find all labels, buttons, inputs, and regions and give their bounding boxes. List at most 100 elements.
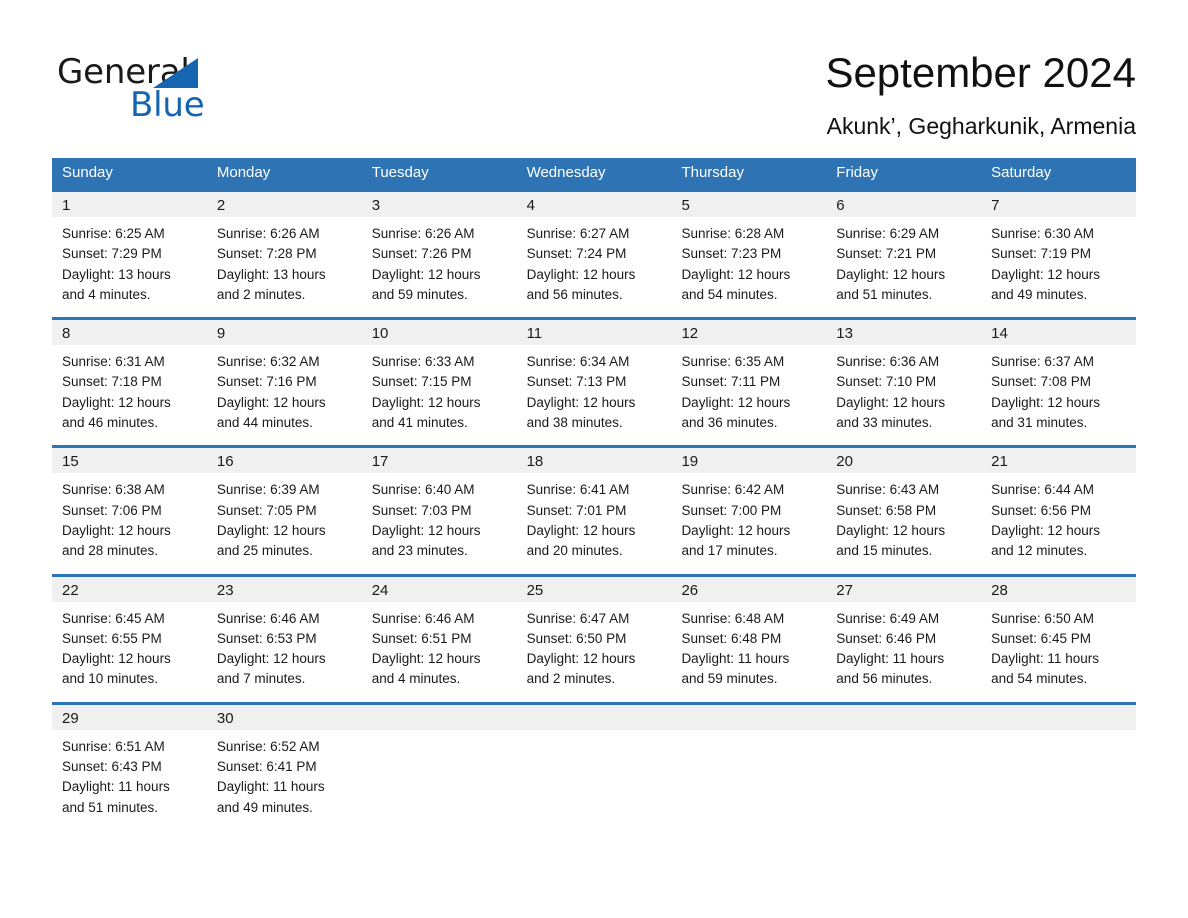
daylight-text-line2: and 54 minutes. (991, 671, 1088, 687)
daylight-text-line1: Daylight: 13 hours (62, 266, 171, 282)
daylight-text-line2: and 12 minutes. (991, 543, 1088, 559)
day-number[interactable]: 1 (52, 192, 207, 217)
day-cell[interactable]: Sunrise: 6:49 AM Sunset: 6:46 PM Dayligh… (826, 602, 981, 690)
day-number[interactable]: 27 (826, 577, 981, 602)
day-number[interactable]: 6 (826, 192, 981, 217)
day-number[interactable]: 11 (517, 320, 672, 345)
day-cell[interactable]: Sunrise: 6:31 AM Sunset: 7:18 PM Dayligh… (52, 345, 207, 433)
day-cell[interactable]: Sunrise: 6:27 AM Sunset: 7:24 PM Dayligh… (517, 217, 672, 305)
day-cell[interactable]: Sunrise: 6:52 AM Sunset: 6:41 PM Dayligh… (207, 730, 362, 818)
week-date-number-band: 22 23 24 25 26 27 28 (52, 576, 1136, 602)
day-number[interactable]: 3 (362, 192, 517, 217)
day-number[interactable]: 23 (207, 577, 362, 602)
day-cell[interactable]: Sunrise: 6:48 AM Sunset: 6:48 PM Dayligh… (671, 602, 826, 690)
day-cell-empty (362, 730, 517, 818)
sunset-text: Sunset: 7:01 PM (526, 502, 627, 518)
sunrise-text: Sunrise: 6:36 AM (836, 354, 940, 370)
day-number[interactable]: 19 (671, 448, 826, 473)
sunrise-text: Sunrise: 6:44 AM (991, 482, 1094, 498)
sunrise-text: Sunrise: 6:25 AM (62, 226, 165, 241)
sunrise-text: Sunrise: 6:50 AM (991, 610, 1094, 626)
day-number[interactable]: 22 (52, 577, 207, 602)
sunrise-text: Sunrise: 6:45 AM (62, 610, 165, 626)
daylight-text-line1: Daylight: 11 hours (991, 651, 1099, 667)
day-cell[interactable]: Sunrise: 6:46 AM Sunset: 6:53 PM Dayligh… (207, 602, 362, 690)
week-date-number-band: 15 16 17 18 19 20 21 (52, 448, 1136, 474)
day-cell[interactable]: Sunrise: 6:45 AM Sunset: 6:55 PM Dayligh… (52, 602, 207, 690)
day-cell[interactable]: Sunrise: 6:40 AM Sunset: 7:03 PM Dayligh… (362, 473, 517, 561)
daylight-text-line2: and 38 minutes. (526, 415, 623, 431)
day-number[interactable]: 12 (671, 320, 826, 345)
day-number[interactable]: 20 (826, 448, 981, 473)
day-number[interactable]: 16 (207, 448, 362, 473)
calendar-week-row: 15 16 17 18 19 20 21 Sunrise: 6:38 AM Su… (52, 445, 1136, 562)
day-cell[interactable]: Sunrise: 6:46 AM Sunset: 6:51 PM Dayligh… (362, 602, 517, 690)
day-number[interactable]: 26 (671, 577, 826, 602)
day-cell[interactable]: Sunrise: 6:43 AM Sunset: 6:58 PM Dayligh… (826, 473, 981, 561)
day-number[interactable]: 25 (517, 577, 672, 602)
day-cell[interactable]: Sunrise: 6:32 AM Sunset: 7:16 PM Dayligh… (207, 345, 362, 433)
daylight-text-line1: Daylight: 12 hours (371, 266, 481, 282)
day-cell[interactable]: Sunrise: 6:34 AM Sunset: 7:13 PM Dayligh… (517, 345, 672, 433)
day-cell[interactable]: Sunrise: 6:26 AM Sunset: 7:26 PM Dayligh… (362, 217, 517, 305)
day-number[interactable]: 24 (362, 577, 517, 602)
day-number[interactable]: 15 (52, 448, 207, 473)
day-cell[interactable]: Sunrise: 6:25 AM Sunset: 7:29 PM Dayligh… (52, 217, 207, 305)
day-cell[interactable]: Sunrise: 6:28 AM Sunset: 7:23 PM Dayligh… (671, 217, 826, 305)
day-cell[interactable]: Sunrise: 6:29 AM Sunset: 7:21 PM Dayligh… (826, 217, 981, 305)
day-cell[interactable]: Sunrise: 6:50 AM Sunset: 6:45 PM Dayligh… (981, 602, 1136, 690)
daylight-text-line1: Daylight: 12 hours (681, 522, 791, 538)
day-number[interactable]: 2 (207, 192, 362, 217)
day-cell[interactable]: Sunrise: 6:39 AM Sunset: 7:05 PM Dayligh… (207, 473, 362, 561)
daylight-text-line2: and 4 minutes. (371, 671, 461, 687)
day-cell[interactable]: Sunrise: 6:37 AM Sunset: 7:08 PM Dayligh… (981, 345, 1136, 433)
general-blue-logo[interactable]: General Blue (57, 52, 287, 127)
daylight-text-line1: Daylight: 12 hours (681, 394, 791, 410)
sunset-text: Sunset: 7:03 PM (371, 502, 472, 518)
day-number[interactable]: 7 (981, 192, 1136, 217)
calendar-week-row: 8 9 10 11 12 13 14 Sunrise: 6:31 AM Suns… (52, 317, 1136, 434)
day-number[interactable]: 28 (981, 577, 1136, 602)
day-cell[interactable]: Sunrise: 6:44 AM Sunset: 6:56 PM Dayligh… (981, 473, 1136, 561)
sunrise-text: Sunrise: 6:47 AM (526, 610, 630, 626)
day-cell[interactable]: Sunrise: 6:51 AM Sunset: 6:43 PM Dayligh… (52, 730, 207, 818)
sunset-text: Sunset: 7:16 PM (216, 374, 317, 390)
daylight-text-line2: and 2 minutes. (526, 671, 616, 687)
day-number[interactable]: 29 (52, 705, 207, 730)
sunrise-text: Sunrise: 6:27 AM (526, 226, 630, 241)
sunset-text: Sunset: 7:13 PM (526, 374, 627, 390)
day-number[interactable]: 14 (981, 320, 1136, 345)
day-cell[interactable]: Sunrise: 6:36 AM Sunset: 7:10 PM Dayligh… (826, 345, 981, 433)
daylight-text-line2: and 44 minutes. (216, 415, 313, 431)
day-cell[interactable]: Sunrise: 6:41 AM Sunset: 7:01 PM Dayligh… (517, 473, 672, 561)
day-number-empty (517, 705, 672, 730)
day-cell[interactable]: Sunrise: 6:42 AM Sunset: 7:00 PM Dayligh… (671, 473, 826, 561)
day-number[interactable]: 4 (517, 192, 672, 217)
sunset-text: Sunset: 7:29 PM (62, 246, 162, 262)
day-number[interactable]: 9 (207, 320, 362, 345)
daylight-text-line1: Daylight: 12 hours (371, 651, 481, 667)
sunrise-text: Sunrise: 6:42 AM (681, 482, 785, 498)
week-separator (52, 433, 1136, 446)
daylight-text-line1: Daylight: 12 hours (62, 651, 171, 667)
day-number[interactable]: 10 (362, 320, 517, 345)
day-cell[interactable]: Sunrise: 6:26 AM Sunset: 7:28 PM Dayligh… (207, 217, 362, 305)
day-cell[interactable]: Sunrise: 6:30 AM Sunset: 7:19 PM Dayligh… (981, 217, 1136, 305)
sunrise-text: Sunrise: 6:26 AM (371, 226, 475, 241)
sunrise-text: Sunrise: 6:32 AM (216, 354, 320, 370)
day-cell[interactable]: Sunrise: 6:38 AM Sunset: 7:06 PM Dayligh… (52, 473, 207, 561)
day-number[interactable]: 18 (517, 448, 672, 473)
day-number[interactable]: 13 (826, 320, 981, 345)
day-number[interactable]: 21 (981, 448, 1136, 473)
day-number[interactable]: 8 (52, 320, 207, 345)
week-separator (52, 689, 1136, 702)
day-number[interactable]: 30 (207, 705, 362, 730)
day-cell[interactable]: Sunrise: 6:35 AM Sunset: 7:11 PM Dayligh… (671, 345, 826, 433)
day-number[interactable]: 17 (362, 448, 517, 473)
sunset-text: Sunset: 6:50 PM (526, 630, 627, 646)
day-cell[interactable]: Sunrise: 6:47 AM Sunset: 6:50 PM Dayligh… (517, 602, 672, 690)
daylight-text-line2: and 28 minutes. (62, 543, 159, 559)
day-number[interactable]: 5 (671, 192, 826, 217)
daylight-text-line2: and 51 minutes. (62, 799, 159, 815)
day-cell[interactable]: Sunrise: 6:33 AM Sunset: 7:15 PM Dayligh… (362, 345, 517, 433)
